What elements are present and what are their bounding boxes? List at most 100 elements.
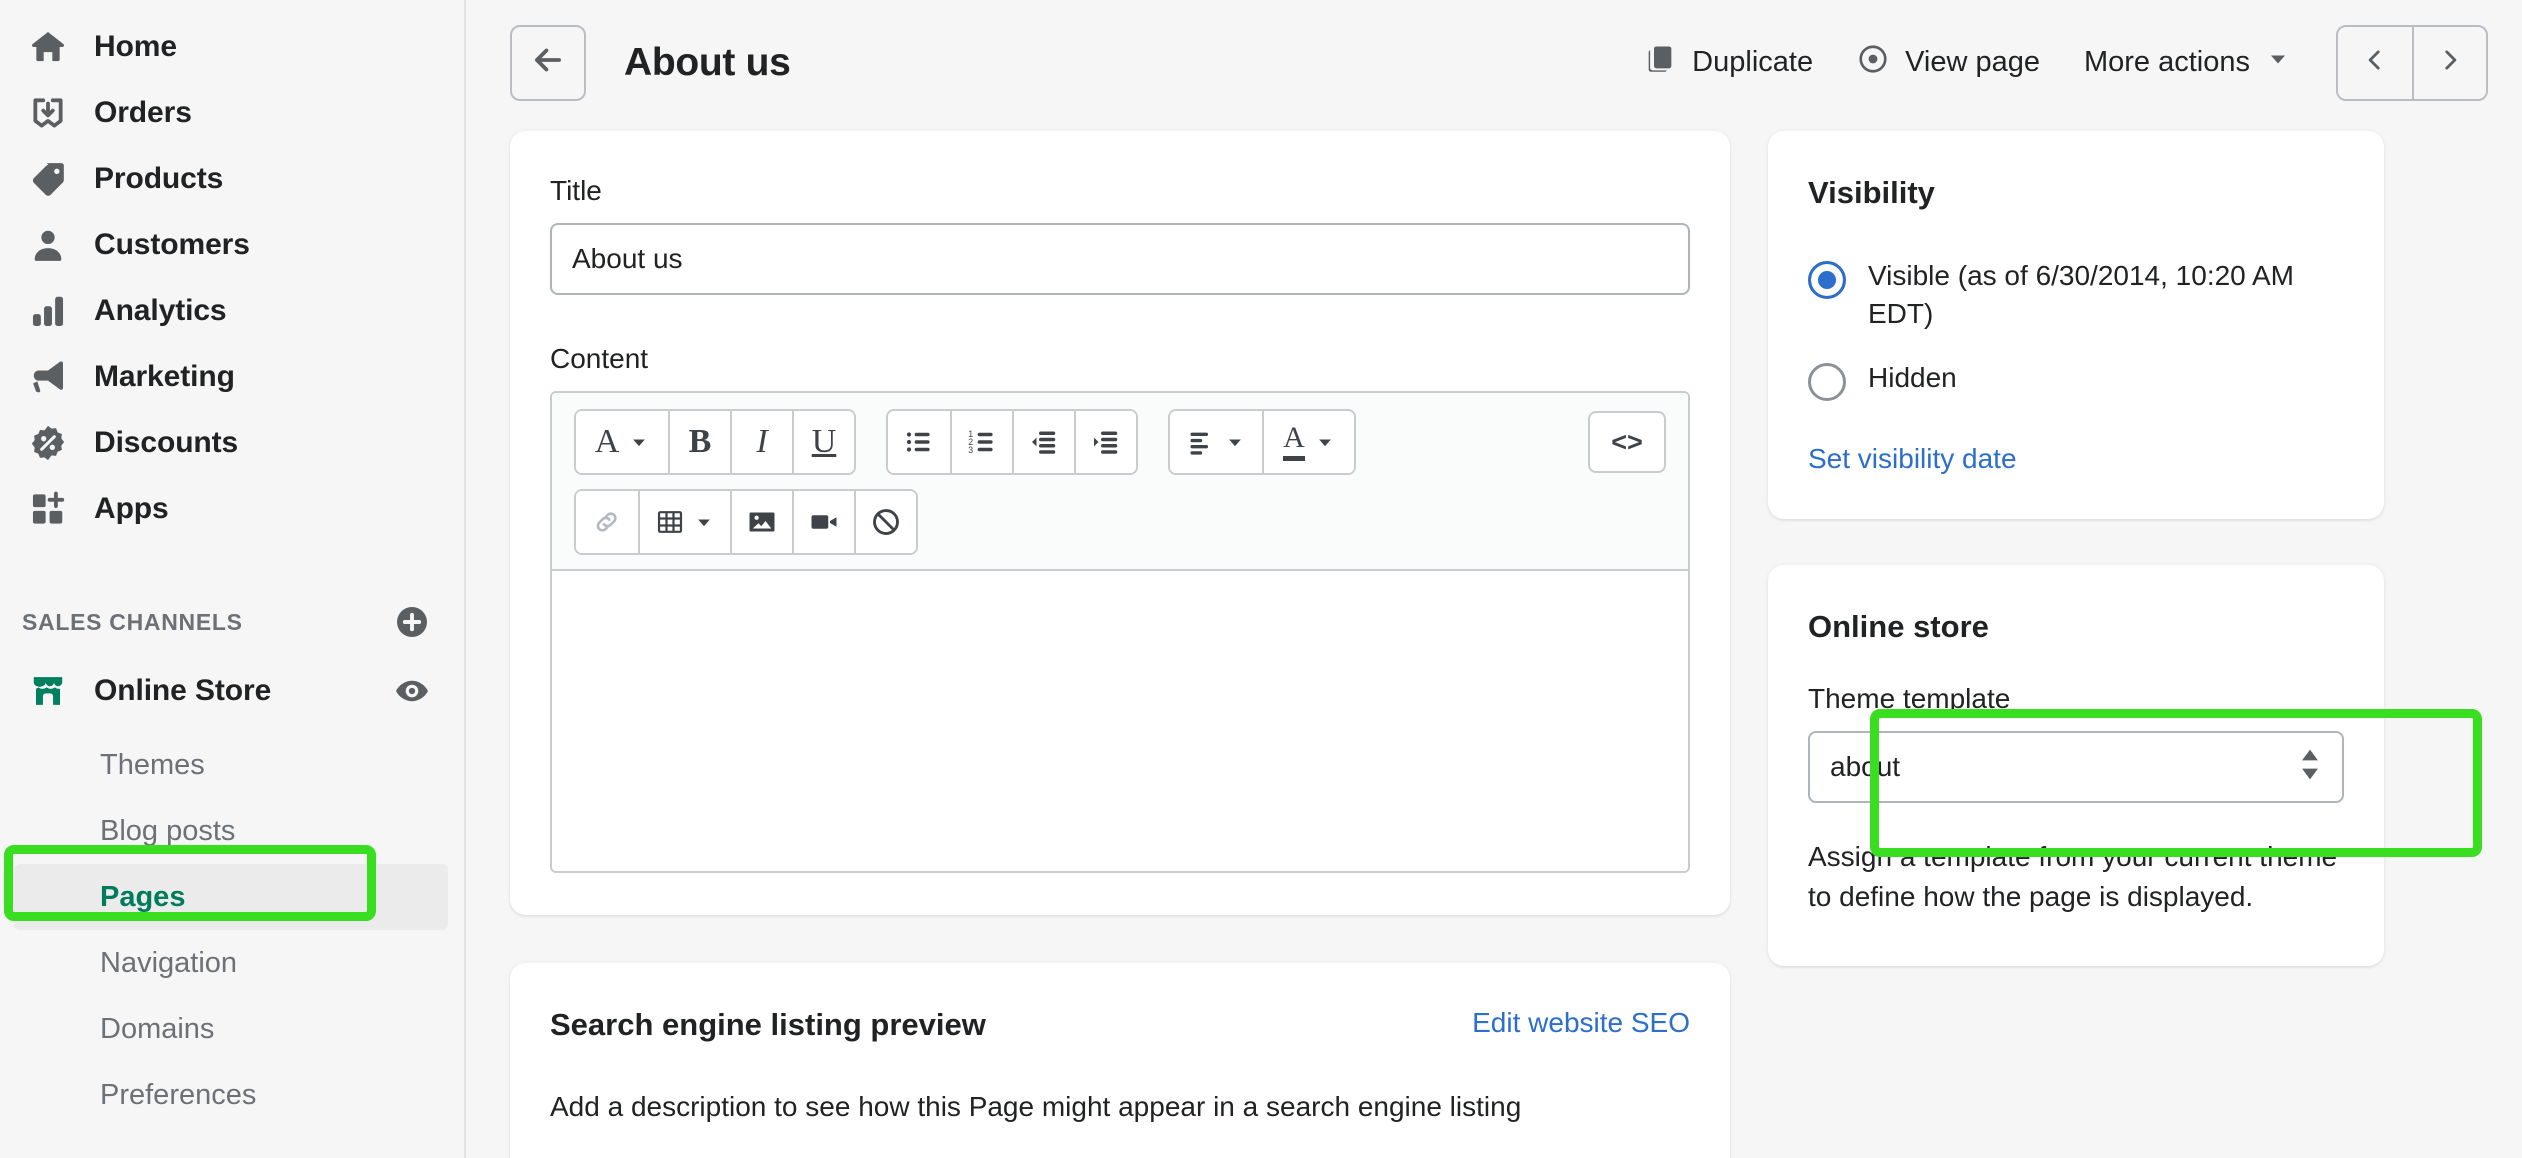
storefront-icon	[28, 671, 68, 711]
sidebar-item-label: Home	[94, 30, 177, 63]
text-color-icon[interactable]: A	[1262, 411, 1354, 473]
sidebar-item-orders[interactable]: Orders	[0, 80, 464, 146]
align-icon[interactable]	[1170, 411, 1262, 473]
svg-text:3: 3	[968, 445, 973, 455]
theme-template-select[interactable]: about	[1808, 730, 2344, 803]
sales-channels-title: SALES CHANNELS	[22, 608, 243, 635]
radio-hidden[interactable]	[1808, 362, 1846, 401]
sidebar-item-blog-posts[interactable]: Blog posts	[0, 798, 464, 864]
code-view-icon[interactable]: <>	[1588, 411, 1666, 473]
insert-video-icon[interactable]	[792, 491, 854, 553]
rich-text-editor: A B I U 1 2 3 A <>	[550, 391, 1690, 873]
view-page-label: View page	[1905, 46, 2040, 78]
clear-formatting-icon[interactable]	[854, 491, 916, 553]
sidebar-item-pages[interactable]: Pages	[14, 864, 448, 930]
seo-card-header: Search engine listing preview Edit websi…	[550, 1007, 1690, 1043]
eye-icon[interactable]	[394, 673, 430, 709]
sidebar-item-label: Marketing	[94, 360, 235, 393]
more-actions-button[interactable]: More actions	[2062, 34, 2312, 91]
view-page-button[interactable]: View page	[1835, 31, 2062, 95]
seo-description-text: Add a description to see how this Page m…	[550, 1091, 1522, 1122]
sidebar-item-navigation[interactable]: Navigation	[0, 930, 464, 996]
editor-toolbar-row-2	[574, 489, 1666, 555]
chevron-left-icon	[2362, 47, 2388, 78]
orders-icon	[28, 93, 68, 133]
sidebar-item-apps[interactable]: Apps	[0, 476, 464, 542]
content-editor-body[interactable]	[552, 571, 1688, 871]
home-icon	[28, 27, 68, 67]
sidebar-item-discounts[interactable]: Discounts	[0, 410, 464, 476]
theme-template-help-text: Assign a template from your current them…	[1808, 840, 2338, 913]
sidebar-item-label: Apps	[94, 492, 169, 525]
duplicate-label: Duplicate	[1692, 46, 1814, 78]
outdent-icon[interactable]	[1012, 411, 1074, 473]
select-updown-arrows-icon	[2298, 745, 2322, 788]
insert-image-icon[interactable]	[730, 491, 792, 553]
back-button[interactable]	[510, 24, 586, 101]
font-style-icon[interactable]: A	[576, 411, 668, 473]
sidebar-item-label: Customers	[94, 228, 250, 261]
sidebar-item-products[interactable]: Products	[0, 146, 464, 212]
duplicate-button[interactable]: Duplicate	[1622, 31, 1835, 95]
sidebar-item-online-store[interactable]: Online Store	[0, 658, 464, 724]
sidebar-item-home[interactable]: Home	[0, 14, 464, 80]
chevron-down-icon	[2266, 46, 2290, 79]
right-column: Visibility Visible (as of 6/30/2014, 10:…	[1768, 131, 2384, 1158]
bold-icon[interactable]: B	[668, 411, 730, 473]
list-group: 123	[886, 409, 1138, 475]
sidebar: Home Orders Products Customers Analytics…	[0, 0, 466, 1158]
bulleted-list-icon[interactable]	[888, 411, 950, 473]
visibility-visible-label: Visible (as of 6/30/2014, 10:20 AM EDT)	[1868, 260, 2294, 329]
visibility-option-visible[interactable]: Visible (as of 6/30/2014, 10:20 AM EDT)	[1808, 257, 2344, 333]
content-area: Title Content A	[466, 125, 2522, 1158]
arrow-left-icon	[529, 41, 567, 84]
theme-template-value: about	[1830, 750, 1901, 782]
plus-circle-icon[interactable]	[394, 604, 430, 640]
underline-icon[interactable]: U	[792, 411, 854, 473]
duplicate-icon	[1644, 43, 1676, 83]
set-visibility-date-link[interactable]: Set visibility date	[1808, 443, 2344, 475]
sidebar-item-label: Analytics	[94, 294, 227, 327]
sidebar-item-label: Orders	[94, 96, 192, 129]
sidebar-item-domains[interactable]: Domains	[0, 996, 464, 1062]
previous-page-button[interactable]	[2338, 27, 2412, 99]
sidebar-item-customers[interactable]: Customers	[0, 212, 464, 278]
page-topbar: About us Duplicate View page More action…	[466, 0, 2522, 125]
editor-toolbar: A B I U 1 2 3 A <>	[552, 393, 1688, 571]
apps-grid-plus-icon	[28, 489, 68, 529]
title-field-label: Title	[550, 175, 602, 206]
more-actions-label: More actions	[2083, 46, 2250, 78]
discounts-percent-badge-icon	[28, 423, 68, 463]
title-input[interactable]	[550, 223, 1690, 295]
left-column: Title Content A	[510, 131, 1730, 1158]
visibility-card: Visibility Visible (as of 6/30/2014, 10:…	[1768, 131, 2384, 519]
radio-visible[interactable]	[1808, 261, 1846, 299]
sidebar-item-label: Products	[94, 162, 224, 195]
link-icon[interactable]	[576, 491, 638, 553]
online-store-card: Online store Theme template about Assign…	[1768, 564, 2384, 966]
content-field-label: Content	[550, 343, 649, 374]
seo-preview-card: Search engine listing preview Edit websi…	[510, 963, 1730, 1158]
indent-icon[interactable]	[1074, 411, 1136, 473]
seo-card-title: Search engine listing preview	[550, 1007, 986, 1042]
sidebar-item-preferences[interactable]: Preferences	[0, 1062, 464, 1128]
align-color-group: A	[1168, 409, 1356, 475]
shopify-admin-window: Home Orders Products Customers Analytics…	[0, 0, 2522, 1158]
theme-template-label: Theme template	[1808, 682, 2011, 714]
theme-template-select-wrap: about	[1808, 730, 2344, 803]
sidebar-item-themes[interactable]: Themes	[0, 732, 464, 798]
visibility-option-hidden[interactable]: Hidden	[1808, 359, 2344, 401]
next-page-button[interactable]	[2412, 26, 2486, 99]
main-content: About us Duplicate View page More action…	[466, 0, 2522, 1158]
italic-icon[interactable]: I	[730, 411, 792, 473]
visibility-hidden-label: Hidden	[1868, 361, 1957, 393]
customers-person-icon	[28, 225, 68, 265]
insert-group	[574, 489, 918, 555]
table-icon[interactable]	[638, 491, 730, 553]
edit-website-seo-link[interactable]: Edit website SEO	[1472, 1007, 1690, 1039]
numbered-list-icon[interactable]: 123	[950, 411, 1012, 473]
sidebar-item-marketing[interactable]: Marketing	[0, 344, 464, 410]
sidebar-item-analytics[interactable]: Analytics	[0, 278, 464, 344]
page-details-card: Title Content A	[510, 131, 1730, 915]
marketing-megaphone-icon	[28, 357, 68, 397]
